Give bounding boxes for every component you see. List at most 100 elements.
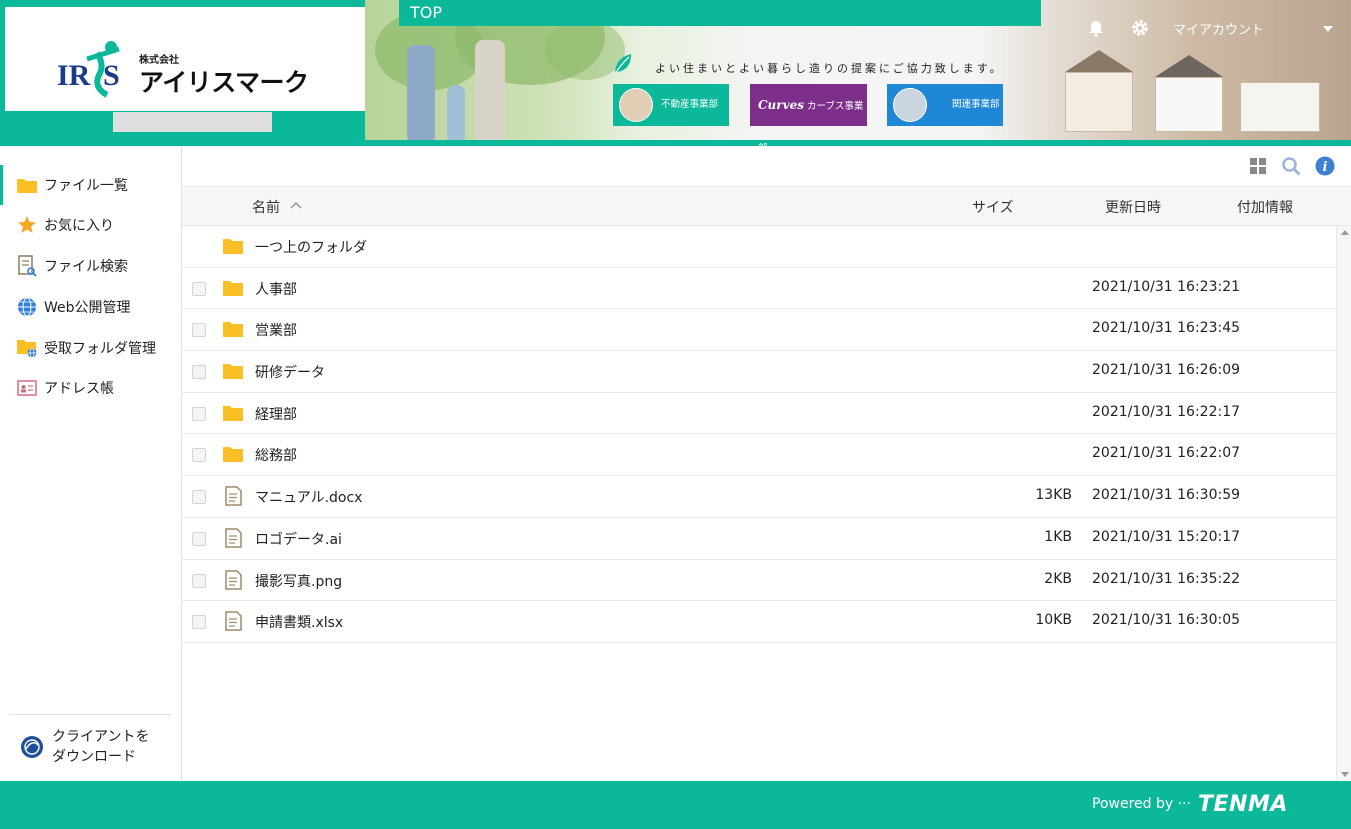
sidebar-item-label: ファイル一覧 (44, 178, 128, 194)
banner-person (407, 45, 435, 140)
grid-view-icon[interactable] (1248, 156, 1268, 176)
sidebar-item-label: アドレス帳 (44, 381, 114, 397)
file-date: 2021/10/31 16:23:45 (1092, 320, 1241, 337)
file-size: 2KB (1044, 570, 1072, 587)
sort-ascending-icon[interactable] (290, 201, 302, 209)
real-estate-division-button[interactable]: 不動産事業部 (613, 84, 729, 126)
row-checkbox[interactable] (192, 448, 206, 463)
file-name: 申請書類.xlsx (255, 615, 344, 632)
parent-folder-row[interactable]: 一つ上のフォルダ (182, 226, 1336, 268)
banner-child (447, 85, 465, 140)
column-header-extra[interactable]: 付加情報 (1237, 197, 1293, 217)
related-division-button[interactable]: 関連事業部 (887, 84, 1003, 126)
sidebar-item-file-search[interactable]: ファイル検索 (0, 246, 181, 286)
table-row[interactable]: 経理部 2021/10/31 16:22:17 (182, 393, 1336, 435)
header: IR S 株式会社 アイリスマーク TOP よい住まいとよい暮らし造りの提案にご… (0, 0, 1351, 146)
file-name: マニュアル.docx (255, 490, 363, 507)
table-row[interactable]: ロゴデータ.ai 1KB 2021/10/31 15:20:17 (182, 518, 1336, 560)
table-row[interactable]: 総務部 2021/10/31 16:22:07 (182, 434, 1336, 477)
sidebar-item-file-list[interactable]: ファイル一覧 (0, 165, 181, 205)
column-header-date[interactable]: 更新日時 (1105, 197, 1161, 217)
column-header-size[interactable]: サイズ (972, 197, 1014, 217)
file-name: 研修データ (255, 365, 325, 382)
banner-house (1155, 77, 1223, 132)
star-icon (16, 215, 38, 235)
sidebar-item-label: ファイル検索 (44, 259, 128, 275)
table-row[interactable]: 研修データ 2021/10/31 16:26:09 (182, 351, 1336, 393)
search-icon[interactable] (1281, 156, 1301, 176)
sidebar-item-address-book[interactable]: アドレス帳 (0, 368, 181, 408)
sidebar-item-favorites[interactable]: お気に入り (0, 205, 181, 245)
row-checkbox[interactable] (192, 531, 206, 546)
vertical-scrollbar[interactable] (1336, 226, 1351, 781)
row-checkbox[interactable] (192, 365, 206, 380)
svg-text:IR: IR (57, 59, 91, 92)
svg-text:S: S (103, 59, 120, 92)
table-row[interactable]: 撮影写真.png 2KB 2021/10/31 16:35:22 (182, 560, 1336, 602)
sidebar-item-receive-folder[interactable]: 受取フォルダ管理 (0, 328, 181, 368)
sidebar: ファイル一覧 お気に入り ファイル検索 Web公開管理 受取フォルダ管理 アドレ… (0, 146, 182, 781)
sidebar-divider (9, 714, 171, 715)
file-date: 2021/10/31 16:22:17 (1092, 403, 1241, 420)
app-root: IR S 株式会社 アイリスマーク TOP よい住まいとよい暮らし造りの提案にご… (0, 0, 1351, 829)
row-checkbox[interactable] (192, 615, 206, 630)
file-date: 2021/10/31 16:26:09 (1092, 362, 1241, 379)
file-name: 総務部 (255, 448, 297, 465)
powered-by-label: Powered by ··· (1092, 796, 1191, 812)
list-toolbar: i (182, 146, 1351, 186)
banner-house (1240, 82, 1320, 132)
banner-tagline: よい住まいとよい暮らし造りの提案にご協力致します。 (655, 62, 1004, 75)
table-row[interactable]: マニュアル.docx 13KB 2021/10/31 16:30:59 (182, 476, 1336, 518)
gear-icon[interactable] (1130, 18, 1150, 38)
top-link[interactable]: TOP (399, 0, 1041, 26)
folder-icon (223, 322, 243, 338)
tenma-logo: TENMA (1198, 792, 1288, 817)
file-date: 2021/10/31 16:30:59 (1092, 487, 1241, 504)
info-icon[interactable]: i (1315, 156, 1335, 176)
table-row[interactable]: 申請書類.xlsx 10KB 2021/10/31 16:30:05 (182, 601, 1336, 643)
sidebar-item-label: Web公開管理 (44, 300, 131, 316)
file-name: 撮影写真.png (255, 573, 343, 590)
scroll-down-arrow-icon[interactable] (1341, 772, 1349, 777)
curves-division-button[interactable]: Curves カーブス事業部 (750, 84, 867, 146)
column-header-name[interactable]: 名前 (252, 197, 280, 217)
banner-house-roof (1155, 55, 1223, 77)
file-search-icon (16, 255, 38, 277)
file-list-panel: i 名前 サイズ 更新日時 付加情報 一つ上のフォルダ 人事部 2021/10/… (182, 146, 1351, 781)
file-size: 13KB (1035, 487, 1072, 504)
table-row[interactable]: 営業部 2021/10/31 16:23:45 (182, 309, 1336, 352)
svg-text:i: i (1323, 160, 1328, 175)
house-thumbnail-icon (893, 88, 927, 122)
file-date: 2021/10/31 16:30:05 (1092, 612, 1241, 629)
my-account-menu[interactable]: マイアカウント (1173, 19, 1264, 38)
company-logo[interactable]: IR S 株式会社 アイリスマーク (5, 7, 365, 111)
client-download-text: クライアントを ダウンロード (52, 727, 149, 767)
banner-person (475, 40, 505, 140)
row-checkbox[interactable] (192, 490, 206, 505)
file-name: 経理部 (255, 406, 297, 423)
client-download-link[interactable]: クライアントを ダウンロード (20, 726, 175, 768)
row-checkbox[interactable] (192, 281, 206, 296)
sidebar-item-label: お気に入り (44, 218, 114, 234)
client-download-line: ダウンロード (52, 749, 136, 765)
sidebar-item-web-publish[interactable]: Web公開管理 (0, 287, 181, 327)
building-thumbnail-icon (619, 88, 653, 122)
banner-house (1065, 72, 1133, 132)
row-checkbox[interactable] (192, 323, 206, 338)
chevron-down-icon[interactable] (1322, 25, 1334, 33)
row-checkbox[interactable] (192, 573, 206, 588)
row-checkbox[interactable] (192, 406, 206, 421)
file-size: 1KB (1044, 528, 1072, 545)
table-row[interactable]: 人事部 2021/10/31 16:23:21 (182, 268, 1336, 310)
file-name: 営業部 (255, 323, 297, 340)
logo-strip (113, 112, 272, 132)
leaf-icon (614, 54, 631, 75)
document-icon (225, 528, 242, 548)
logo-strip (5, 112, 111, 132)
curves-logo: Curves (758, 98, 804, 112)
bell-icon[interactable] (1087, 19, 1105, 37)
folder-icon (223, 239, 243, 254)
company-name: アイリスマーク (139, 68, 309, 97)
scroll-up-arrow-icon[interactable] (1341, 230, 1349, 235)
file-date: 2021/10/31 16:35:22 (1092, 570, 1241, 587)
